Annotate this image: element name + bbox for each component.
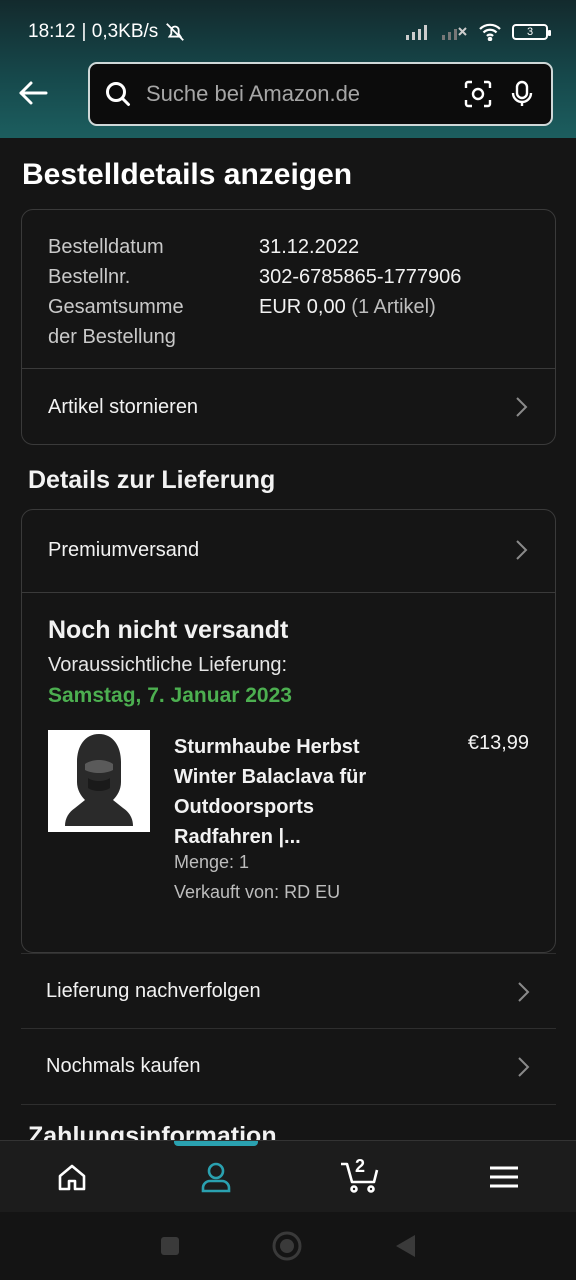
wifi-icon (479, 23, 501, 41)
user-icon (201, 1162, 231, 1192)
order-number-row: Bestellnr. 302-6785865-1777906 (48, 262, 461, 292)
track-delivery-link[interactable]: Lieferung nachverfolgen (21, 953, 556, 1029)
product-seller: Verkauft von: RD EU (174, 882, 341, 902)
product-title[interactable]: Sturmhaube Herbst Winter Balaclava für O… (174, 732, 414, 852)
status-time: 18:12 (28, 21, 76, 42)
expected-delivery-label: Voraussichtliche Lieferung: (48, 654, 288, 676)
status-net-speed: | 0,3KB/s (81, 21, 159, 42)
delivery-card: Premiumversand Noch nicht versandt Vorau… (21, 509, 556, 953)
camera-scan-icon[interactable] (463, 79, 493, 109)
nav-account[interactable] (144, 1141, 288, 1212)
android-nav-bar (0, 1212, 576, 1280)
order-total-value: EUR 0,00 (1 Artikel) (259, 292, 436, 352)
order-total-label: Gesamtsumme der Bestellung (48, 292, 259, 352)
order-total-row: Gesamtsumme der Bestellung EUR 0,00 (1 A… (48, 292, 461, 352)
status-icons: 3 (406, 23, 551, 41)
order-date-row: Bestelldatum 31.12.2022 (48, 232, 461, 262)
divider (21, 1104, 556, 1105)
status-bar: 18:12 | 0,3KB/s 3 (0, 0, 576, 64)
order-summary-card: Bestelldatum 31.12.2022 Bestellnr. 302-6… (21, 209, 556, 445)
cart-count-badge: 2 (355, 1156, 366, 1176)
nav-menu[interactable] (432, 1141, 576, 1212)
cancel-items-label: Artikel stornieren (48, 395, 199, 418)
order-total-label-line1: Gesamtsumme (48, 296, 184, 318)
expected-delivery-date: Samstag, 7. Januar 2023 (48, 684, 292, 707)
signal-no-service-icon (442, 27, 467, 40)
order-date-value: 31.12.2022 (259, 236, 360, 258)
app-header: 18:12 | 0,3KB/s 3 Suche bei Amazon.de (0, 0, 576, 138)
order-number-label: Bestellnr. (48, 266, 131, 288)
product-quantity: Menge: 1 (174, 852, 250, 872)
chevron-right-icon (516, 540, 528, 560)
battery-level: 3 (526, 26, 534, 38)
divider (22, 592, 555, 593)
menu-icon (490, 1166, 518, 1187)
shipping-method-label: Premiumversand (48, 538, 200, 561)
order-total-amount: EUR 0,00 (259, 296, 346, 318)
order-total-label-line2: der Bestellung (48, 326, 176, 348)
product-price: €13,99 (467, 732, 529, 754)
order-date-label: Bestelldatum (48, 236, 164, 258)
signal-icon (406, 25, 427, 40)
bell-muted-icon (166, 23, 185, 41)
shipping-method-link[interactable]: Premiumversand (22, 512, 555, 588)
bottom-nav (0, 1140, 576, 1212)
delivery-section-title: Details zur Lieferung (28, 466, 276, 494)
home-circle-icon[interactable] (271, 1230, 303, 1262)
chevron-right-icon (518, 1056, 530, 1077)
chevron-right-icon (516, 397, 528, 417)
status-time-group: 18:12 | 0,3KB/s (28, 21, 186, 43)
cancel-items-link[interactable]: Artikel stornieren (22, 369, 555, 445)
buy-again-label: Nochmals kaufen (46, 1055, 201, 1077)
balaclava-image (48, 730, 150, 832)
nav-home[interactable] (0, 1141, 144, 1212)
back-triangle-icon[interactable] (393, 1233, 417, 1259)
order-info: Bestelldatum 31.12.2022 Bestellnr. 302-6… (48, 232, 461, 352)
home-icon (58, 1164, 86, 1190)
back-arrow-icon[interactable] (16, 76, 50, 110)
page-title: Bestelldetails anzeigen (22, 158, 353, 191)
track-delivery-label: Lieferung nachverfolgen (46, 980, 261, 1002)
product-image[interactable] (48, 730, 150, 832)
order-number-value: 302-6785865-1777906 (259, 266, 462, 288)
battery-icon: 3 (512, 24, 551, 40)
search-bar[interactable]: Suche bei Amazon.de (88, 62, 553, 126)
search-input[interactable]: Suche bei Amazon.de (146, 81, 449, 107)
shipment-status: Noch nicht versandt (48, 616, 289, 644)
chevron-right-icon (518, 981, 530, 1002)
payment-section-title: Zahlungsinformation (28, 1122, 277, 1142)
order-total-items: (1 Artikel) (351, 296, 436, 318)
recents-square-icon[interactable] (159, 1235, 181, 1257)
buy-again-link[interactable]: Nochmals kaufen (21, 1028, 556, 1104)
search-icon (106, 82, 130, 106)
microphone-icon[interactable] (507, 79, 537, 109)
